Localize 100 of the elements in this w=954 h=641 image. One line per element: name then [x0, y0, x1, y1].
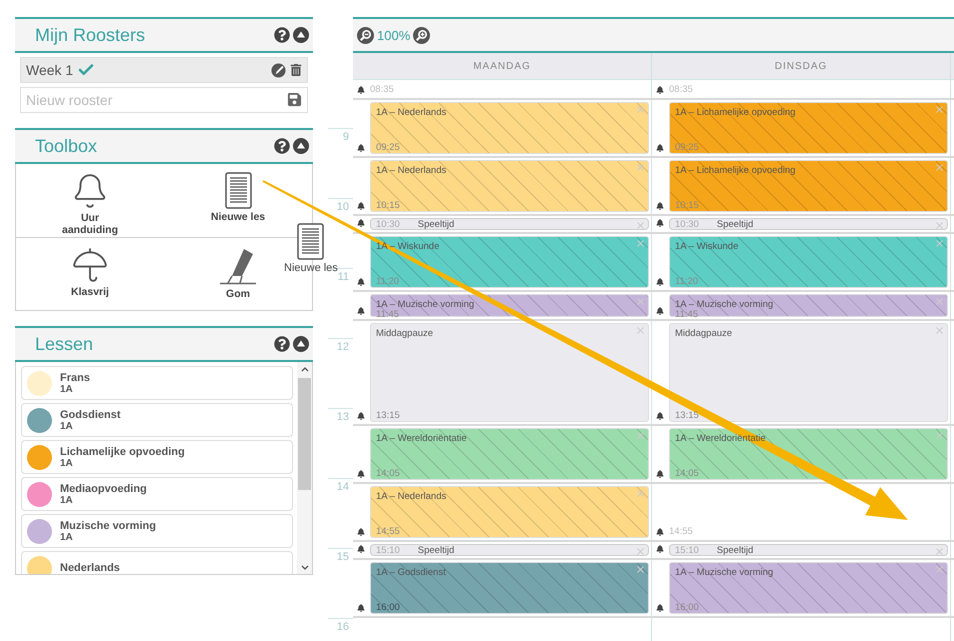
close-icon[interactable]: [934, 104, 945, 115]
break-title: Speeltijd: [418, 218, 454, 230]
time-label: 15:10: [376, 544, 400, 556]
tool-label[interactable]: Nieuwe les: [203, 211, 273, 223]
lesson-block[interactable]: 1A – Nederlands 09:25: [370, 102, 649, 154]
trash-icon[interactable]: [290, 64, 302, 76]
time-label: 14:05: [376, 469, 400, 479]
tool-label[interactable]: Klasvrij: [55, 286, 125, 298]
close-icon[interactable]: [635, 162, 646, 173]
collapse-icon[interactable]: [293, 27, 309, 43]
lesson-title: 1A – Muzische vorming: [675, 298, 774, 310]
close-icon[interactable]: [934, 430, 945, 441]
bell-icon: [656, 528, 664, 536]
lesson-group: 1A: [60, 384, 90, 394]
time-label: 09:25: [675, 143, 699, 153]
close-icon[interactable]: [934, 564, 945, 575]
hour-label: 15: [328, 548, 353, 618]
scroll-down-icon[interactable]: [300, 564, 308, 570]
lesson-item[interactable]: Nederlands: [21, 551, 293, 574]
panel-title: Toolbox: [35, 136, 98, 156]
bell-icon: [357, 202, 365, 210]
close-icon[interactable]: [934, 296, 945, 307]
lesson-title: Middagpauze: [376, 327, 434, 339]
break-block[interactable]: 15:10 Speeltijd: [669, 544, 948, 556]
collapse-icon[interactable]: [293, 336, 309, 352]
zoom-out-icon[interactable]: [357, 26, 374, 44]
break-block[interactable]: 15:10 Speeltijd: [370, 544, 649, 556]
hour-label: 9: [328, 128, 353, 198]
scroll-thumb[interactable]: [298, 378, 311, 490]
lesson-block[interactable]: Middagpauze 13:15: [370, 323, 649, 422]
schedule-item[interactable]: Week 1: [20, 57, 308, 83]
lesson-block[interactable]: 1A – Nederlands 14:55: [370, 486, 649, 538]
time-label: 10:15: [675, 201, 699, 211]
close-icon[interactable]: [934, 546, 945, 557]
lesson-item[interactable]: Muzische vorming 1A: [21, 514, 293, 548]
close-icon[interactable]: [635, 104, 646, 115]
time-label: 10:15: [376, 201, 400, 211]
lesson-block[interactable]: 1A – Wereldoriëntatie 14:05: [370, 428, 649, 480]
zoom-in-icon[interactable]: [413, 26, 430, 44]
bell-icon: [656, 202, 664, 210]
close-icon[interactable]: [635, 220, 646, 231]
lesson-block[interactable]: Middagpauze 13:15: [669, 323, 948, 422]
panel-title: Lessen: [35, 334, 94, 354]
close-icon[interactable]: [635, 430, 646, 441]
lesson-item[interactable]: Lichamelijke opvoeding 1A: [21, 440, 293, 474]
edit-icon[interactable]: [271, 62, 286, 78]
lesson-block[interactable]: 1A – Lichamelijke opvoeding 10:15: [669, 160, 948, 212]
document-icon: [297, 223, 324, 260]
bell-icon: [357, 545, 365, 553]
close-icon[interactable]: [635, 564, 646, 575]
time-label: 08:35: [669, 84, 693, 95]
lesson-item[interactable]: Mediaopvoeding 1A: [21, 477, 293, 511]
break-block[interactable]: 10:30 Speeltijd: [669, 218, 948, 230]
time-label: 08:35: [370, 84, 394, 95]
help-icon[interactable]: [274, 27, 290, 43]
close-icon[interactable]: [934, 325, 945, 336]
lesson-block[interactable]: 1A – Wiskunde 11:20: [669, 236, 948, 288]
bell-icon: [357, 144, 365, 152]
lesson-item[interactable]: Frans 1A: [21, 366, 293, 400]
break-title: Speeltijd: [716, 218, 754, 230]
bell-icon: [656, 307, 664, 315]
tool-label[interactable]: Gom: [203, 288, 273, 300]
collapse-icon[interactable]: [293, 138, 309, 154]
time-label: 14:55: [376, 527, 400, 537]
lesson-block[interactable]: 1A – Lichamelijke opvoeding 09:25: [669, 102, 948, 154]
time-label: 16:00: [376, 603, 400, 613]
close-icon[interactable]: [934, 162, 945, 173]
break-block[interactable]: 10:30 Speeltijd: [370, 218, 649, 230]
close-icon[interactable]: [635, 488, 646, 499]
lesson-item[interactable]: Godsdienst 1A: [21, 403, 293, 437]
close-icon[interactable]: [635, 546, 646, 557]
day-header: MAANDAG: [353, 53, 652, 80]
help-icon[interactable]: [274, 336, 290, 352]
lesson-block[interactable]: 1A – Godsdienst 16:00: [370, 562, 649, 614]
lesson-name: Mediaopvoeding: [60, 482, 147, 494]
save-icon[interactable]: [287, 92, 302, 107]
break-title: Speeltijd: [716, 544, 754, 556]
lesson-block[interactable]: 1A – Muzische vorming 16:00: [669, 562, 948, 614]
close-icon[interactable]: [934, 220, 945, 231]
close-icon[interactable]: [934, 238, 945, 249]
close-icon[interactable]: [635, 238, 646, 249]
time-label: 11:20: [376, 277, 400, 287]
lesson-title: 1A – Nederlands: [376, 164, 446, 176]
bell-icon: [357, 604, 365, 612]
bell-icon: [357, 528, 365, 536]
bell-icon: [656, 470, 664, 478]
bell-icon: [656, 219, 664, 227]
lesson-group: 1A: [60, 420, 121, 432]
time-label: 14:05: [675, 469, 699, 479]
time-label: 10:30: [376, 218, 400, 230]
help-icon[interactable]: [274, 138, 290, 154]
lesson-block[interactable]: 1A – Nederlands 10:15: [370, 160, 649, 212]
close-icon[interactable]: [635, 296, 646, 307]
tool-label[interactable]: Uur aanduiding: [55, 212, 125, 236]
schedule-name: Week 1: [26, 62, 74, 78]
bell-icon: [656, 278, 664, 286]
lesson-name: Nederlands: [60, 562, 120, 574]
new-schedule-field[interactable]: Nieuw rooster: [20, 87, 308, 113]
close-icon[interactable]: [635, 325, 646, 336]
scroll-up-icon[interactable]: [300, 366, 308, 372]
